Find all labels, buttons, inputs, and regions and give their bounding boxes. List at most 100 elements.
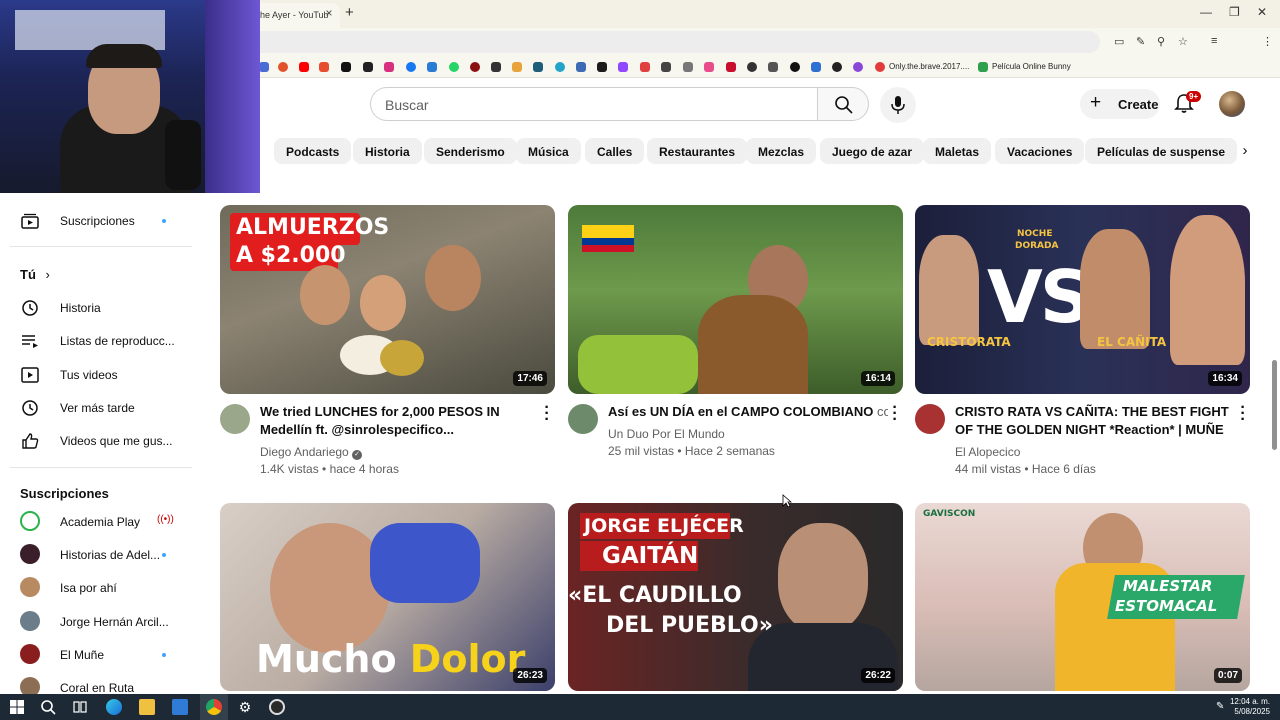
chevron-right-icon[interactable]: › xyxy=(1233,138,1257,164)
chip-calles[interactable]: Calles xyxy=(585,138,645,164)
bookmark-icon[interactable] xyxy=(278,62,288,72)
windows-start-icon[interactable] xyxy=(9,699,25,715)
sidebar-item-tus-videos[interactable]: Tus videos xyxy=(20,360,195,390)
create-button[interactable]: + Create xyxy=(1080,89,1160,119)
bookmark-icon[interactable] xyxy=(576,62,586,72)
bookmark-icon[interactable] xyxy=(661,62,671,72)
bookmark-icon[interactable] xyxy=(512,62,522,72)
reading-list-icon[interactable]: ≡ xyxy=(1211,35,1217,47)
bookmark-icon[interactable] xyxy=(319,62,329,72)
cast-icon[interactable]: ▭ xyxy=(1114,35,1124,48)
youtube-bookmark-icon[interactable] xyxy=(299,62,309,72)
channel-name[interactable]: Diego Andariego ✓ xyxy=(260,445,363,460)
video-title[interactable]: Así es UN DÍA en el CAMPO COLOMBIANO co xyxy=(608,403,888,421)
search-icon[interactable] xyxy=(40,699,56,715)
page-scrollbar-thumb[interactable] xyxy=(1272,360,1277,450)
sidebar-item-ver-mas-tarde[interactable]: Ver más tarde xyxy=(20,393,195,423)
bookmark-icon[interactable] xyxy=(853,62,863,72)
store-icon[interactable] xyxy=(172,699,188,715)
tab-close-icon[interactable]: × xyxy=(322,6,336,20)
file-explorer-icon[interactable] xyxy=(139,699,155,715)
facebook-bookmark-icon[interactable] xyxy=(406,62,416,72)
sidebar-item-suscripciones[interactable]: Suscripciones xyxy=(20,206,195,236)
edge-icon[interactable] xyxy=(106,699,122,715)
more-options-icon[interactable]: · · · xyxy=(542,400,552,428)
sidebar-channel-academia-play[interactable]: Academia Play ((•)) xyxy=(20,507,195,537)
bookmark-icon[interactable] xyxy=(790,62,800,72)
bookmark-icon[interactable] xyxy=(747,62,757,72)
tiktok-bookmark-icon[interactable] xyxy=(341,62,351,72)
bookmark-icon[interactable] xyxy=(683,62,693,72)
chip-vacaciones[interactable]: Vacaciones xyxy=(995,138,1085,164)
bookmark-icon[interactable] xyxy=(768,62,778,72)
sidebar-channel-coral[interactable]: Coral en Ruta xyxy=(20,673,195,694)
channel-name[interactable]: El Alopecico xyxy=(955,445,1020,459)
obs-icon[interactable] xyxy=(269,699,285,715)
new-tab-button[interactable]: + xyxy=(345,4,354,21)
chip-podcasts[interactable]: Podcasts xyxy=(274,138,352,164)
chip-historia[interactable]: Historia xyxy=(353,138,422,164)
channel-avatar[interactable] xyxy=(220,404,250,434)
chip-mezclas[interactable]: Mezclas xyxy=(746,138,817,164)
bookmark-icon[interactable] xyxy=(640,62,650,72)
bookmark-icon[interactable] xyxy=(491,62,501,72)
bookmark-icon[interactable] xyxy=(978,62,988,72)
bookmark-icon[interactable] xyxy=(726,62,736,72)
system-clock[interactable]: 12:04 a. m. 5/08/2025 xyxy=(1230,697,1270,717)
more-options-icon[interactable]: · · · xyxy=(1238,400,1248,428)
meta-bookmark-icon[interactable] xyxy=(427,62,437,72)
bookmark-icon[interactable] xyxy=(832,62,842,72)
task-view-icon[interactable] xyxy=(72,699,88,715)
bookmark-icon[interactable] xyxy=(875,62,885,72)
bookmark-icon[interactable] xyxy=(811,62,821,72)
video-thumbnail[interactable]: JORGE ELJÉCER GAITÁN «EL CAUDILLO DEL PU… xyxy=(568,503,903,691)
sidebar-channel-isa[interactable]: Isa por ahí xyxy=(20,573,195,603)
bookmark-link[interactable]: Película Online Bunny xyxy=(992,62,1071,71)
address-bar[interactable] xyxy=(250,31,1100,53)
chip-restaurantes[interactable]: Restaurantes xyxy=(647,138,748,164)
video-thumbnail[interactable]: NOCHE DORADA VS CRISTORATA EL CAÑITA 16:… xyxy=(915,205,1250,394)
whatsapp-bookmark-icon[interactable] xyxy=(449,62,459,72)
x-bookmark-icon[interactable] xyxy=(363,62,373,72)
video-title[interactable]: We tried LUNCHES for 2,000 PESOS IN Mede… xyxy=(260,403,530,439)
chrome-icon[interactable] xyxy=(206,699,222,715)
channel-name[interactable]: Un Duo Por El Mundo xyxy=(608,427,725,441)
bookmark-icon[interactable] xyxy=(470,62,480,72)
settings-gear-icon[interactable]: ⚙ xyxy=(237,699,253,715)
bookmark-icon[interactable] xyxy=(704,62,714,72)
translate-icon[interactable]: ✎ xyxy=(1136,35,1145,48)
search-input[interactable]: Buscar xyxy=(370,87,818,121)
bookmark-icon[interactable] xyxy=(533,62,543,72)
chip-juego-de-azar[interactable]: Juego de azar xyxy=(820,138,925,164)
more-options-icon[interactable]: · · · xyxy=(890,400,900,428)
close-window-icon[interactable]: ✕ xyxy=(1257,5,1267,19)
bookmark-icon[interactable] xyxy=(259,62,269,72)
sidebar-channel-jorge[interactable]: Jorge Hernán Arcil... xyxy=(20,607,195,637)
sidebar-item-liked-videos[interactable]: Videos que me gus... xyxy=(20,426,195,456)
video-thumbnail[interactable]: GAVISCON MALESTAR ESTOMACAL 0:07 xyxy=(915,503,1250,691)
chip-maletas[interactable]: Maletas xyxy=(923,138,992,164)
chip-musica[interactable]: Música xyxy=(516,138,581,164)
chip-peliculas-de-suspense[interactable]: Películas de suspense xyxy=(1085,138,1238,164)
bookmark-icon[interactable] xyxy=(597,62,607,72)
account-avatar[interactable] xyxy=(1219,91,1245,117)
zoom-icon[interactable]: ⚲ xyxy=(1157,35,1165,48)
bookmark-icon[interactable] xyxy=(555,62,565,72)
bookmark-link[interactable]: Only.the.brave.2017.... xyxy=(889,62,969,71)
minimize-icon[interactable]: — xyxy=(1200,5,1212,19)
voice-search-button[interactable] xyxy=(880,87,916,123)
sidebar-item-historia[interactable]: Historia xyxy=(20,293,195,323)
sidebar-you-header[interactable]: Tú › xyxy=(20,267,50,282)
video-thumbnail[interactable]: Mucho Dolor 26:23 xyxy=(220,503,555,691)
video-thumbnail[interactable]: ALMUERZOS A $2.000 17:46 xyxy=(220,205,555,394)
bookmark-star-icon[interactable]: ☆ xyxy=(1178,35,1188,48)
restore-icon[interactable]: ❐ xyxy=(1229,5,1240,19)
sidebar-channel-el-mune[interactable]: El Muñe xyxy=(20,640,195,670)
pen-icon[interactable]: ✎ xyxy=(1216,701,1224,712)
search-button[interactable] xyxy=(817,87,869,121)
channel-avatar[interactable] xyxy=(915,404,945,434)
browser-menu-icon[interactable]: ⋮ xyxy=(1262,35,1273,48)
instagram-bookmark-icon[interactable] xyxy=(384,62,394,72)
sidebar-channel-historias[interactable]: Historias de Adel... xyxy=(20,540,195,570)
twitch-bookmark-icon[interactable] xyxy=(618,62,628,72)
